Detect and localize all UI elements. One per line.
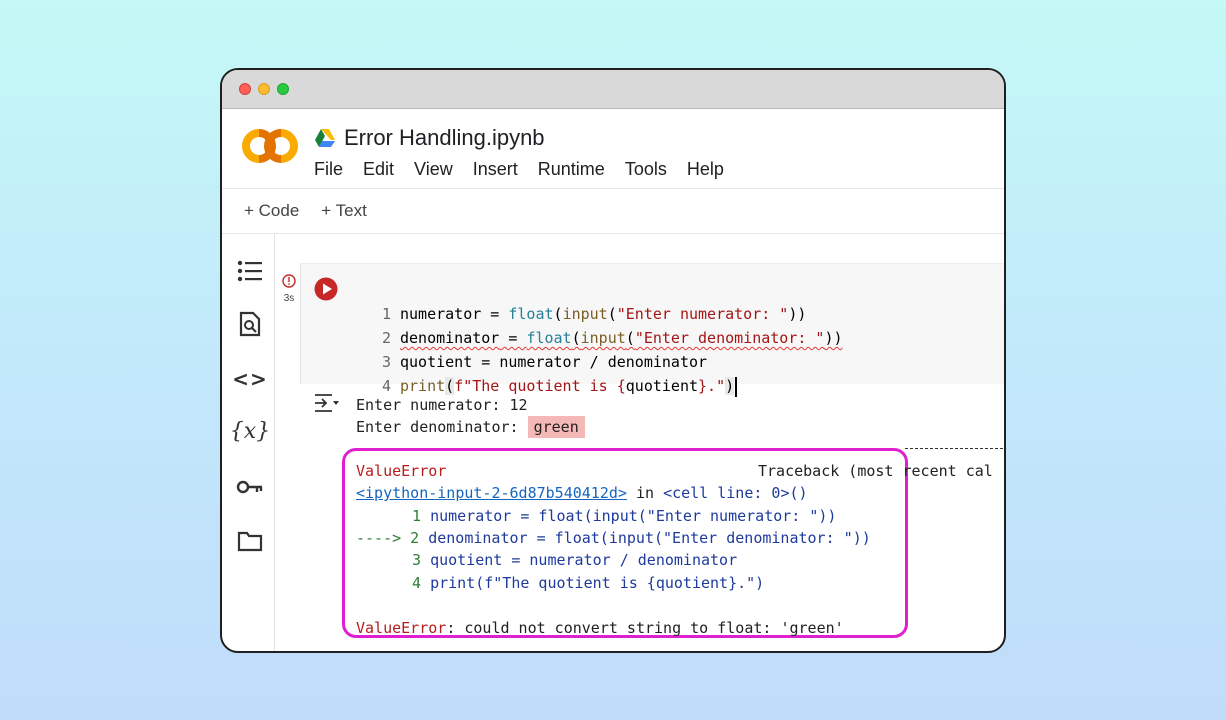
cell-toolbar: + Code + Text <box>244 201 389 221</box>
left-sidebar: <> {x} <box>222 234 275 651</box>
toolbar-divider <box>222 233 1004 234</box>
title-bar <box>222 70 1004 109</box>
run-cell-button[interactable] <box>314 277 338 301</box>
header-divider <box>222 188 1004 189</box>
stdout-line-1: Enter numerator: 12 <box>356 396 528 414</box>
add-code-button[interactable]: + Code <box>244 201 299 221</box>
minimize-window-button[interactable] <box>258 83 270 95</box>
menu-file[interactable]: File <box>314 159 343 180</box>
error-message: ValueError: could not convert string to … <box>356 619 844 637</box>
colab-logo-icon[interactable] <box>242 128 298 164</box>
variables-icon[interactable]: {x} <box>230 416 270 446</box>
add-text-button[interactable]: + Text <box>321 201 367 221</box>
traceback-line-2: ----> 2 denominator = float(input("Enter … <box>356 529 871 547</box>
files-folder-icon[interactable] <box>235 526 265 556</box>
error-status-icon <box>282 274 296 288</box>
traceback-line-3: 3 quotient = numerator / denominator <box>412 551 738 569</box>
menu-edit[interactable]: Edit <box>363 159 394 180</box>
traceback-location: <ipython-input-2-6d87b540412d> in <cell … <box>356 484 808 502</box>
code-line-4: 4 print(f"The quotient is {quotient}.") <box>382 374 843 398</box>
menu-tools[interactable]: Tools <box>625 159 667 180</box>
menu-insert[interactable]: Insert <box>473 159 518 180</box>
secrets-key-icon[interactable] <box>235 472 265 502</box>
stdout-line-2: Enter denominator: green <box>356 416 585 438</box>
google-drive-icon <box>315 129 335 147</box>
colab-window: Error Handling.ipynb File Edit View Inse… <box>220 68 1006 653</box>
code-line-3: 3 quotient = numerator / denominator <box>382 353 708 371</box>
menu-runtime[interactable]: Runtime <box>538 159 605 180</box>
code-line-2: 2 denominator = float(input("Enter denomi… <box>382 329 843 347</box>
close-window-button[interactable] <box>239 83 251 95</box>
stdin-input-value[interactable]: green <box>527 416 585 438</box>
ipython-input-link[interactable]: <ipython-input-2-6d87b540412d> <box>356 484 627 502</box>
menu-view[interactable]: View <box>414 159 453 180</box>
code-line-1: 1 numerator = float(input("Enter numerato… <box>382 305 807 323</box>
table-of-contents-icon[interactable] <box>235 256 265 286</box>
code-snippets-icon[interactable]: <> <box>232 364 267 394</box>
find-icon[interactable] <box>235 309 265 339</box>
traceback-separator <box>905 448 1004 449</box>
text-cursor <box>735 376 738 397</box>
traceback-error-name: ValueError <box>356 462 447 480</box>
execution-time: 3s <box>283 293 295 304</box>
menu-help[interactable]: Help <box>687 159 724 180</box>
traceback-line-4: 4 print(f"The quotient is {quotient}.") <box>412 574 765 592</box>
cell-status: 3s <box>278 274 300 304</box>
traceback-header: Traceback (most recent cal <box>758 462 993 480</box>
output-toggle-icon[interactable] <box>312 392 340 414</box>
maximize-window-button[interactable] <box>277 83 289 95</box>
notebook-title[interactable]: Error Handling.ipynb <box>344 125 545 151</box>
menu-bar: File Edit View Insert Runtime Tools Help <box>314 159 744 180</box>
traceback-line-1: 1 numerator = float(input("Enter numerat… <box>412 507 837 525</box>
